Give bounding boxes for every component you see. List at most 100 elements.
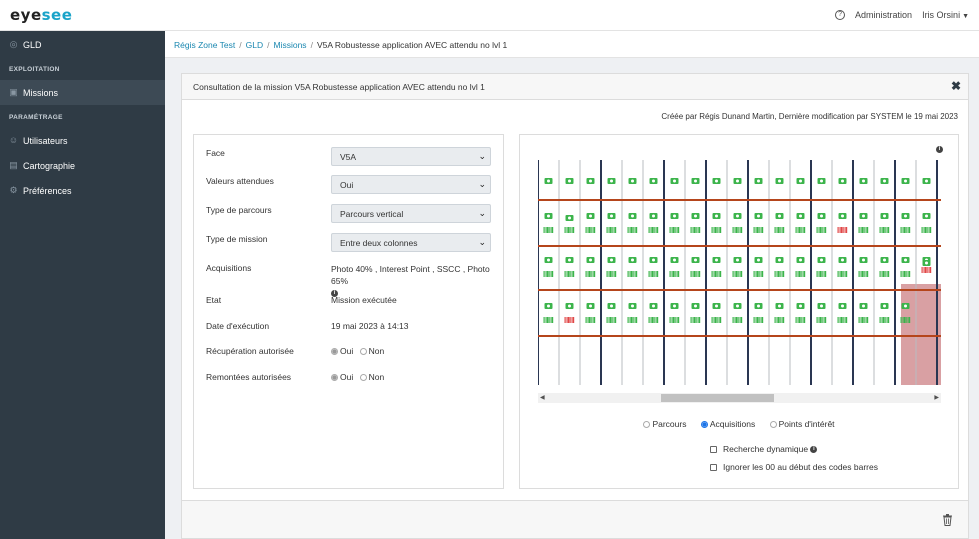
face-select[interactable]: V5A ⌄ <box>331 147 491 166</box>
camera-lens <box>925 261 928 265</box>
user-menu[interactable]: Iris Orsini ▼ <box>922 10 969 20</box>
barcode-icon[interactable] <box>858 227 869 233</box>
barcode-icon[interactable] <box>669 227 680 233</box>
barcode-icon[interactable] <box>795 271 806 277</box>
camera-lens <box>778 258 781 262</box>
barcode-icon[interactable] <box>879 317 890 323</box>
barcode-icon[interactable] <box>669 271 680 277</box>
recherche-dynamique-checkbox[interactable]: Recherche dynamique i <box>710 444 818 454</box>
camera-lens <box>778 304 781 308</box>
barcode-icon[interactable] <box>795 317 806 323</box>
camera-lens <box>799 258 802 262</box>
barcode-icon[interactable] <box>564 317 575 323</box>
breadcrumb-item-missions[interactable]: Missions <box>274 40 307 50</box>
barcode-icon[interactable] <box>774 227 785 233</box>
barcode-icon[interactable] <box>816 317 827 323</box>
barcode-icon[interactable] <box>711 227 722 233</box>
rack-visualization: i ◀ ▶ Parcours Acquisitions Points d'int… <box>519 134 959 489</box>
barcode-icon[interactable] <box>585 227 596 233</box>
barcode-icon[interactable] <box>543 317 554 323</box>
scroll-left-icon[interactable]: ◀ <box>540 393 545 403</box>
barcode-icon[interactable] <box>627 317 638 323</box>
barcode-icon[interactable] <box>816 227 827 233</box>
barcode-icon[interactable] <box>606 317 617 323</box>
barcode-icon[interactable] <box>837 227 848 233</box>
camera-lens <box>799 304 802 308</box>
barcode-icon[interactable] <box>879 271 890 277</box>
barcode-icon[interactable] <box>753 317 764 323</box>
barcode-icon[interactable] <box>858 271 869 277</box>
barcode-icon[interactable] <box>837 317 848 323</box>
sidebar-item-preferences[interactable]: ⚙ Préférences <box>0 178 165 203</box>
sidebar-item-missions[interactable]: ▣ Missions <box>0 80 165 105</box>
barcode-icon[interactable] <box>795 227 806 233</box>
barcode-icon[interactable] <box>921 227 932 233</box>
camera-lens <box>547 258 550 262</box>
barcode-icon[interactable] <box>816 271 827 277</box>
camera-lens <box>631 304 634 308</box>
option-parcours[interactable]: Parcours <box>643 419 686 429</box>
barcode-icon[interactable] <box>669 317 680 323</box>
ignorer-00-checkbox[interactable]: Ignorer les 00 au début des codes barres <box>710 462 878 472</box>
breadcrumb-item-zone[interactable]: Régis Zone Test <box>174 40 235 50</box>
recuperation-non-radio[interactable]: Non <box>359 346 384 356</box>
barcode-icon[interactable] <box>648 227 659 233</box>
barcode-icon[interactable] <box>711 271 722 277</box>
eyesee-logo[interactable]: eyesee <box>10 6 72 24</box>
barcode-icon[interactable] <box>627 271 638 277</box>
close-icon[interactable]: ✖ <box>951 79 961 93</box>
horizontal-scrollbar[interactable]: ◀ ▶ <box>538 393 941 403</box>
barcode-icon[interactable] <box>774 271 785 277</box>
barcode-icon[interactable] <box>648 317 659 323</box>
sidebar-item-utilisateurs[interactable]: ☺ Utilisateurs <box>0 128 165 153</box>
help-icon[interactable]: ? <box>835 10 846 20</box>
barcode-icon[interactable] <box>753 271 764 277</box>
barcode-icon[interactable] <box>690 271 701 277</box>
sidebar-item-cartographie[interactable]: ▤ Cartographie <box>0 153 165 178</box>
barcode-icon[interactable] <box>921 267 932 273</box>
breadcrumb-item-gld[interactable]: GLD <box>246 40 263 50</box>
barcode-icon[interactable] <box>732 317 743 323</box>
sidebar: ◎ GLD EXPLOITATION ▣ Missions PARAMÉTRAGE … <box>0 31 165 539</box>
barcode-icon[interactable] <box>900 271 911 277</box>
info-icon[interactable]: i <box>936 146 943 153</box>
barcode-icon[interactable] <box>564 271 575 277</box>
barcode-icon[interactable] <box>648 271 659 277</box>
barcode-icon[interactable] <box>627 227 638 233</box>
barcode-icon[interactable] <box>543 227 554 233</box>
barcode-icon[interactable] <box>879 227 890 233</box>
barcode-icon[interactable] <box>711 317 722 323</box>
remontees-non-radio[interactable]: Non <box>359 372 384 382</box>
option-acquisitions[interactable]: Acquisitions <box>700 419 755 429</box>
barcode-icon[interactable] <box>564 227 575 233</box>
sidebar-section-parametrage: PARAMÉTRAGE <box>9 114 63 121</box>
barcode-icon[interactable] <box>774 317 785 323</box>
barcode-icon[interactable] <box>606 271 617 277</box>
barcode-icon[interactable] <box>690 227 701 233</box>
barcode-icon[interactable] <box>543 271 554 277</box>
barcode-icon[interactable] <box>585 317 596 323</box>
barcode-icon[interactable] <box>606 227 617 233</box>
barcode-icon[interactable] <box>585 271 596 277</box>
barcode-icon[interactable] <box>900 227 911 233</box>
sidebar-item-gld[interactable]: ◎ GLD <box>0 32 165 57</box>
remontees-oui-radio[interactable]: Oui <box>331 372 353 382</box>
barcode-icon[interactable] <box>858 317 869 323</box>
scroll-thumb[interactable] <box>661 394 774 402</box>
parcours-select[interactable]: Parcours vertical ⌄ <box>331 204 491 223</box>
barcode-icon[interactable] <box>753 227 764 233</box>
scroll-right-icon[interactable]: ▶ <box>934 393 939 403</box>
recuperation-oui-radio[interactable]: Oui <box>331 346 353 356</box>
camera-lens <box>883 214 886 218</box>
barcode-icon[interactable] <box>732 271 743 277</box>
rack-grid[interactable] <box>538 160 941 385</box>
mission-type-select[interactable]: Entre deux colonnes ⌄ <box>331 233 491 252</box>
barcode-icon[interactable] <box>690 317 701 323</box>
info-icon[interactable]: i <box>810 446 818 454</box>
barcode-icon[interactable] <box>732 227 743 233</box>
barcode-icon[interactable] <box>837 271 848 277</box>
trash-icon[interactable] <box>942 514 953 526</box>
valeurs-select[interactable]: Oui ⌄ <box>331 175 491 194</box>
option-points-interet[interactable]: Points d'intérêt <box>769 419 835 429</box>
administration-link[interactable]: Administration <box>855 10 912 20</box>
